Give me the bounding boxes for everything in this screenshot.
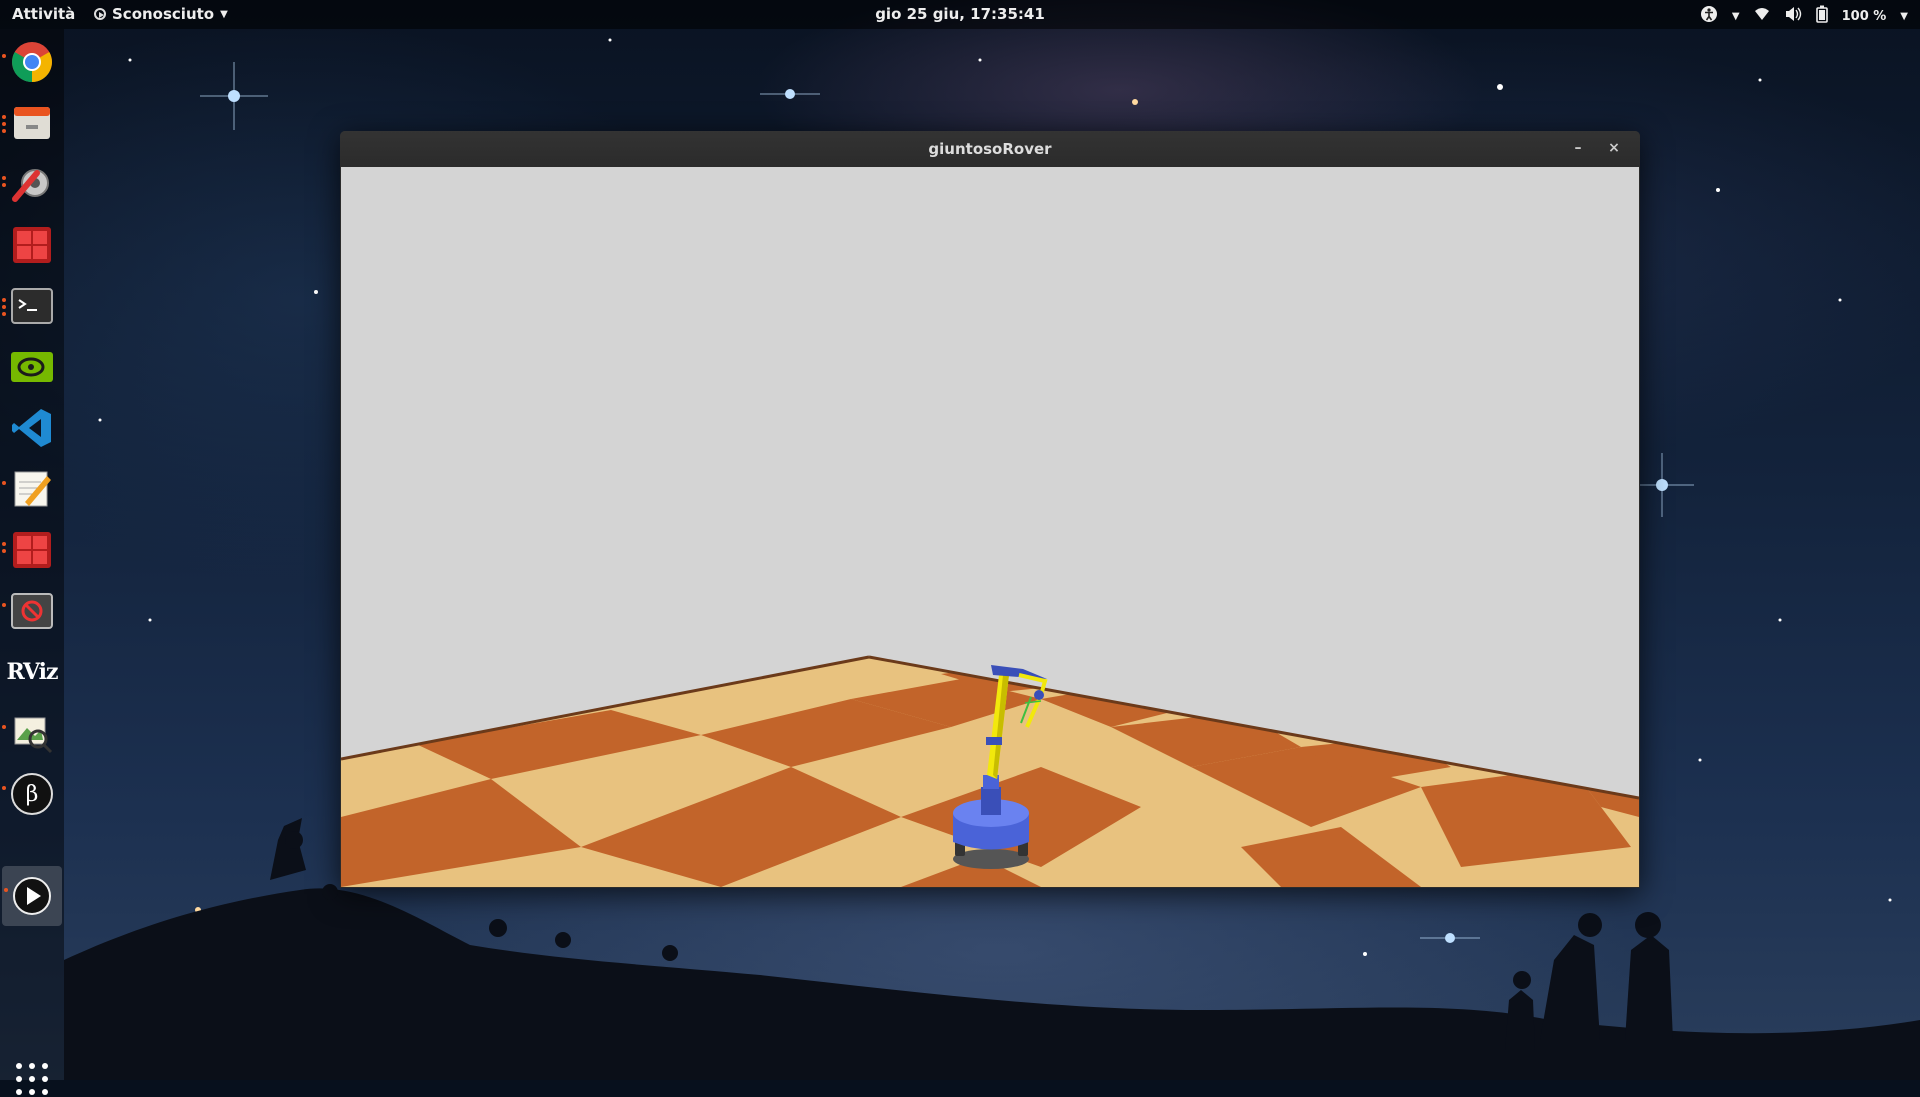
window-title: giuntosoRover	[928, 140, 1052, 158]
simulation-viewport[interactable]	[341, 167, 1639, 887]
terminator-icon	[10, 223, 54, 267]
dock-item-beta[interactable]: β	[0, 764, 64, 824]
chevron-down-icon[interactable]: ▼	[1732, 11, 1740, 22]
battery-percent: 100 %	[1841, 8, 1887, 24]
dock-item-rviz[interactable]: RViz	[0, 642, 64, 702]
dock-item-text-editor[interactable]	[0, 459, 64, 519]
beta-glyph: β	[25, 781, 39, 807]
accessibility-icon[interactable]	[1700, 5, 1718, 27]
dock-item-vscode[interactable]	[0, 398, 64, 458]
rviz-logo-text: RViz	[6, 659, 58, 685]
play-icon	[10, 874, 54, 918]
chrome-icon	[10, 40, 54, 84]
battery-icon	[1815, 5, 1828, 27]
app-window: giuntosoRover – ×	[340, 131, 1640, 888]
file-manager-icon	[10, 101, 54, 145]
minimize-button[interactable]: –	[1566, 137, 1590, 161]
vscode-icon	[10, 406, 54, 450]
dock-item-terminator[interactable]	[0, 215, 64, 275]
dock-item-nvidia[interactable]	[0, 337, 64, 397]
scene-3d	[341, 655, 1639, 887]
system-tray[interactable]: ▼ 100 % ▼	[1700, 5, 1908, 27]
close-button[interactable]: ×	[1602, 137, 1626, 161]
top-bar: Attività Sconosciuto ▼ gio 25 giu, 17:35…	[0, 0, 1920, 29]
beta-icon: β	[10, 772, 54, 816]
dock-item-terminal[interactable]	[0, 276, 64, 336]
show-applications-button[interactable]	[14, 1061, 50, 1097]
dock-item-tools[interactable]	[0, 154, 64, 214]
dock-item-image-viewer[interactable]	[0, 703, 64, 763]
dock-item-files[interactable]	[0, 93, 64, 153]
stop-app-icon	[10, 589, 54, 633]
rviz-icon: RViz	[6, 650, 58, 694]
wifi-icon	[1754, 7, 1770, 25]
volume-icon	[1784, 6, 1802, 26]
terminator-icon	[10, 528, 54, 572]
dock-item-chrome[interactable]	[0, 32, 64, 92]
dock-item-stop-app[interactable]	[0, 581, 64, 641]
dock-item-terminator-2[interactable]	[0, 520, 64, 580]
terminal-icon	[10, 284, 54, 328]
tools-icon	[10, 162, 54, 206]
window-titlebar[interactable]: giuntosoRover – ×	[340, 131, 1640, 167]
image-viewer-icon	[10, 711, 54, 755]
clock[interactable]: gio 25 giu, 17:35:41	[0, 5, 1920, 23]
dock-item-player[interactable]	[2, 866, 62, 926]
nvidia-icon	[10, 345, 54, 389]
text-editor-icon	[10, 467, 54, 511]
chevron-down-icon[interactable]: ▼	[1900, 11, 1908, 22]
dock: RViz β	[0, 29, 64, 1095]
